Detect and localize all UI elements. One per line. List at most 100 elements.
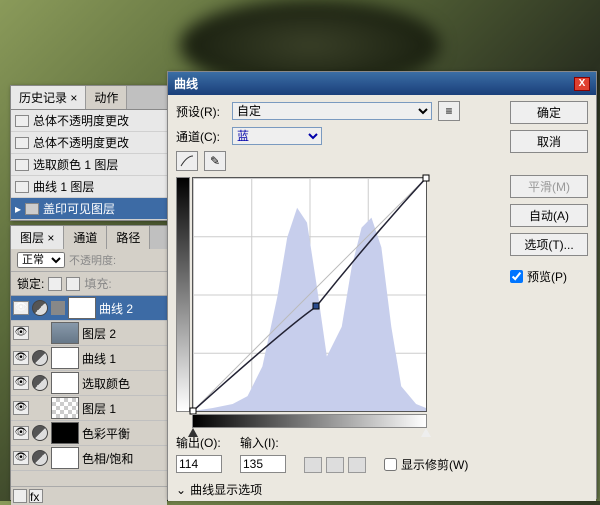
history-label: 曲线 1 图层	[33, 178, 94, 195]
curve-tool-icon[interactable]	[176, 151, 198, 171]
tab-channels[interactable]: 通道	[64, 226, 107, 249]
visibility-icon[interactable]: 👁	[13, 351, 29, 365]
layer-mask-thumb	[51, 447, 79, 469]
close-icon[interactable]: X	[574, 77, 590, 91]
output-label: 输出(O):	[176, 434, 221, 451]
cancel-button[interactable]: 取消	[510, 130, 588, 153]
visibility-icon[interactable]: 👁	[13, 401, 29, 415]
curve-point-end[interactable]	[423, 175, 430, 182]
curve-options-expander[interactable]: ⌄ 曲线显示选项	[176, 481, 504, 498]
layer-row-selected[interactable]: 👁 曲线 2	[11, 296, 167, 321]
visibility-icon[interactable]: 👁	[13, 376, 29, 390]
tab-layers[interactable]: 图层 ×	[11, 226, 64, 249]
mask-icon	[51, 301, 65, 315]
curves-titlebar[interactable]: 曲线 X	[168, 72, 596, 95]
history-item[interactable]: 选取颜色 1 图层	[11, 154, 167, 176]
layer-mask-thumb	[68, 297, 96, 319]
adjustment-icon	[32, 300, 48, 316]
layer-thumb	[51, 322, 79, 344]
output-input[interactable]	[176, 455, 222, 473]
channel-select[interactable]: 蓝	[232, 127, 322, 145]
layer-thumb	[51, 397, 79, 419]
layer-label: 图层 2	[82, 325, 116, 342]
history-label: 总体不透明度更改	[33, 112, 129, 129]
tab-actions[interactable]: 动作	[86, 86, 127, 109]
output-gradient	[176, 177, 190, 412]
input-input[interactable]	[240, 455, 286, 473]
visibility-icon[interactable]: 👁	[13, 426, 29, 440]
pencil-tool-icon[interactable]: ✎	[204, 151, 226, 171]
fill-label: 填充:	[84, 275, 111, 292]
ok-button[interactable]: 确定	[510, 101, 588, 124]
preview-label: 预览(P)	[527, 268, 567, 285]
tab-history[interactable]: 历史记录 ×	[11, 86, 86, 109]
tab-paths[interactable]: 路径	[107, 226, 150, 249]
smooth-button: 平滑(M)	[510, 175, 588, 198]
history-label: 盖印可见图层	[43, 200, 115, 217]
opacity-label: 不透明度:	[69, 252, 116, 268]
history-label: 总体不透明度更改	[33, 134, 129, 151]
preset-label: 预设(R):	[176, 103, 226, 120]
layers-lockbar: 锁定: 填充:	[11, 272, 167, 296]
history-list: 总体不透明度更改 总体不透明度更改 选取颜色 1 图层 曲线 1 图层 ▸盖印可…	[11, 110, 167, 220]
curves-buttons: 确定 取消 平滑(M) 自动(A) 选项(T)... 预览(P)	[510, 101, 588, 495]
layer-row[interactable]: 👁 图层 1	[11, 396, 167, 421]
layer-label: 图层 1	[82, 400, 116, 417]
white-dropper-icon[interactable]	[348, 457, 366, 473]
layer-row[interactable]: 👁 色彩平衡	[11, 421, 167, 446]
curve-point[interactable]	[313, 303, 320, 310]
history-item[interactable]: 总体不透明度更改	[11, 110, 167, 132]
layers-bottombar: fx	[11, 486, 167, 505]
black-dropper-icon[interactable]	[304, 457, 322, 473]
curves-graph[interactable]	[192, 177, 427, 412]
history-panel: 历史记录 × 动作 总体不透明度更改 总体不透明度更改 选取颜色 1 图层 曲线…	[10, 85, 168, 221]
layer-row[interactable]: 👁 选取颜色	[11, 371, 167, 396]
auto-button[interactable]: 自动(A)	[510, 204, 588, 227]
layer-label: 曲线 1	[82, 350, 116, 367]
layer-label: 选取颜色	[82, 375, 130, 392]
lock-pixels-icon[interactable]	[48, 277, 62, 291]
history-label: 选取颜色 1 图层	[33, 156, 118, 173]
gray-dropper-icon[interactable]	[326, 457, 344, 473]
lock-position-icon[interactable]	[66, 277, 80, 291]
options-button[interactable]: 选项(T)...	[510, 233, 588, 256]
preset-menu-icon[interactable]: ≡	[438, 101, 460, 121]
layer-row[interactable]: 👁 曲线 1	[11, 346, 167, 371]
history-item[interactable]: 总体不透明度更改	[11, 132, 167, 154]
blend-mode-select[interactable]: 正常	[17, 252, 65, 268]
layers-list: 👁 曲线 2 👁 图层 2 👁 曲线 1 👁 选取颜色 👁 图层 1 👁 色彩平衡 👁色相/…	[11, 296, 167, 486]
layer-label: 曲线 2	[99, 300, 133, 317]
history-tabs: 历史记录 × 动作	[11, 86, 167, 110]
expand-label: 曲线显示选项	[190, 481, 262, 498]
preset-select[interactable]: 自定	[232, 102, 432, 120]
white-slider[interactable]	[421, 428, 431, 437]
show-clip-checkbox[interactable]	[384, 458, 397, 471]
layer-row[interactable]: 👁色相/饱和	[11, 446, 167, 471]
preview-checkbox[interactable]	[510, 270, 523, 283]
layer-row[interactable]: 👁 图层 2	[11, 321, 167, 346]
layers-panel: 图层 × 通道 路径 正常 不透明度: 锁定: 填充: 👁 曲线 2 👁 图层 2 …	[10, 225, 168, 500]
layers-toolbar: 正常 不透明度:	[11, 249, 167, 272]
preview-check[interactable]: 预览(P)	[510, 268, 588, 285]
visibility-icon[interactable]: 👁	[13, 301, 29, 315]
layers-tabs: 图层 × 通道 路径	[11, 226, 167, 249]
visibility-icon[interactable]: 👁	[13, 326, 29, 340]
history-icon	[15, 115, 29, 127]
adjustment-icon	[32, 425, 48, 441]
history-icon	[15, 137, 29, 149]
lock-label: 锁定:	[17, 275, 44, 292]
black-slider[interactable]	[188, 428, 198, 437]
history-icon	[15, 181, 29, 193]
layer-mask-thumb	[51, 372, 79, 394]
adjustment-icon	[32, 375, 48, 391]
history-item[interactable]: 曲线 1 图层	[11, 176, 167, 198]
layer-thumb	[51, 422, 79, 444]
layer-label: 色彩平衡	[82, 425, 130, 442]
history-item-selected[interactable]: ▸盖印可见图层	[11, 198, 167, 220]
show-clip-label: 显示修剪(W)	[401, 456, 468, 473]
dialog-title: 曲线	[174, 75, 198, 92]
history-icon	[25, 203, 39, 215]
visibility-icon[interactable]: 👁	[13, 451, 29, 465]
input-label: 输入(I):	[240, 434, 279, 451]
show-clip-check[interactable]: 显示修剪(W)	[384, 456, 468, 473]
